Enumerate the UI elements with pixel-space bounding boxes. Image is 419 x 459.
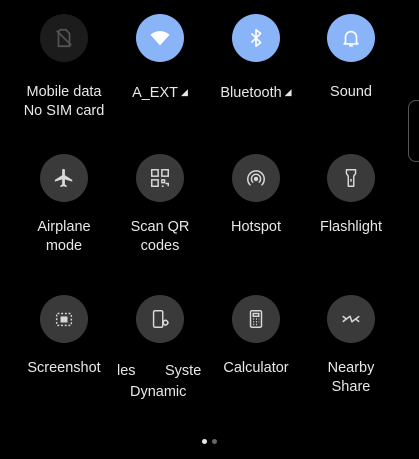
quick-settings-panel: Mobile data No SIM card A_EXT ◢ Bluetooth… [0,0,419,459]
edge-panel-handle[interactable] [408,100,419,162]
qr-code-icon [136,154,184,202]
tile-label-fragment: les [117,363,136,379]
tile-label-line2: Dynamic [130,384,187,400]
tile-label: A_EXT ◢ [132,85,188,101]
tile-label: Airplane mode [37,219,91,254]
tile-label: Scan QR codes [130,219,190,254]
page-indicator [0,439,419,444]
dropdown-caret-icon: ◢ [181,87,188,97]
dropdown-caret-icon: ◢ [284,87,292,97]
bell-icon [327,14,375,62]
sim-off-icon [40,14,88,62]
tile-label: Calculator [223,360,289,376]
tile-label-fragment: Syste [165,363,202,379]
screenshot-icon [40,295,88,343]
tile-sound[interactable]: Sound [303,14,399,102]
tile-label: Hotspot [231,219,281,235]
tile-nearby-share[interactable]: Nearby Share [303,295,399,397]
tile-dynamic-system[interactable] [112,295,208,343]
tile-airplane-mode[interactable]: Airplane mode [16,154,112,256]
tile-calculator[interactable]: Calculator [208,295,304,378]
tile-flashlight[interactable]: Flashlight [303,154,399,237]
page-dot-active [202,439,207,444]
flashlight-icon [327,154,375,202]
airplane-icon [40,154,88,202]
tile-scan-qr[interactable]: Scan QR codes [112,154,208,256]
tile-label: Flashlight [319,219,383,235]
page-dot[interactable] [212,439,217,444]
tile-hotspot[interactable]: Hotspot [208,154,304,237]
calculator-icon [232,295,280,343]
hotspot-icon [232,154,280,202]
tile-wifi[interactable]: A_EXT ◢ [112,14,208,103]
tile-mobile-data[interactable]: Mobile data No SIM card [16,14,112,121]
tile-label: Nearby Share [327,360,375,395]
tile-label: Bluetooth ◢ [220,85,292,101]
tile-bluetooth[interactable]: Bluetooth ◢ [208,14,304,103]
wifi-icon [136,14,184,62]
tile-label: Mobile data No SIM card [23,84,105,119]
bluetooth-icon [232,14,280,62]
tile-label: Sound [330,84,372,100]
tile-label: Screenshot [27,360,101,376]
tile-screenshot[interactable]: Screenshot [16,295,112,378]
nearby-share-icon [327,295,375,343]
dynamic-system-icon [136,295,184,343]
